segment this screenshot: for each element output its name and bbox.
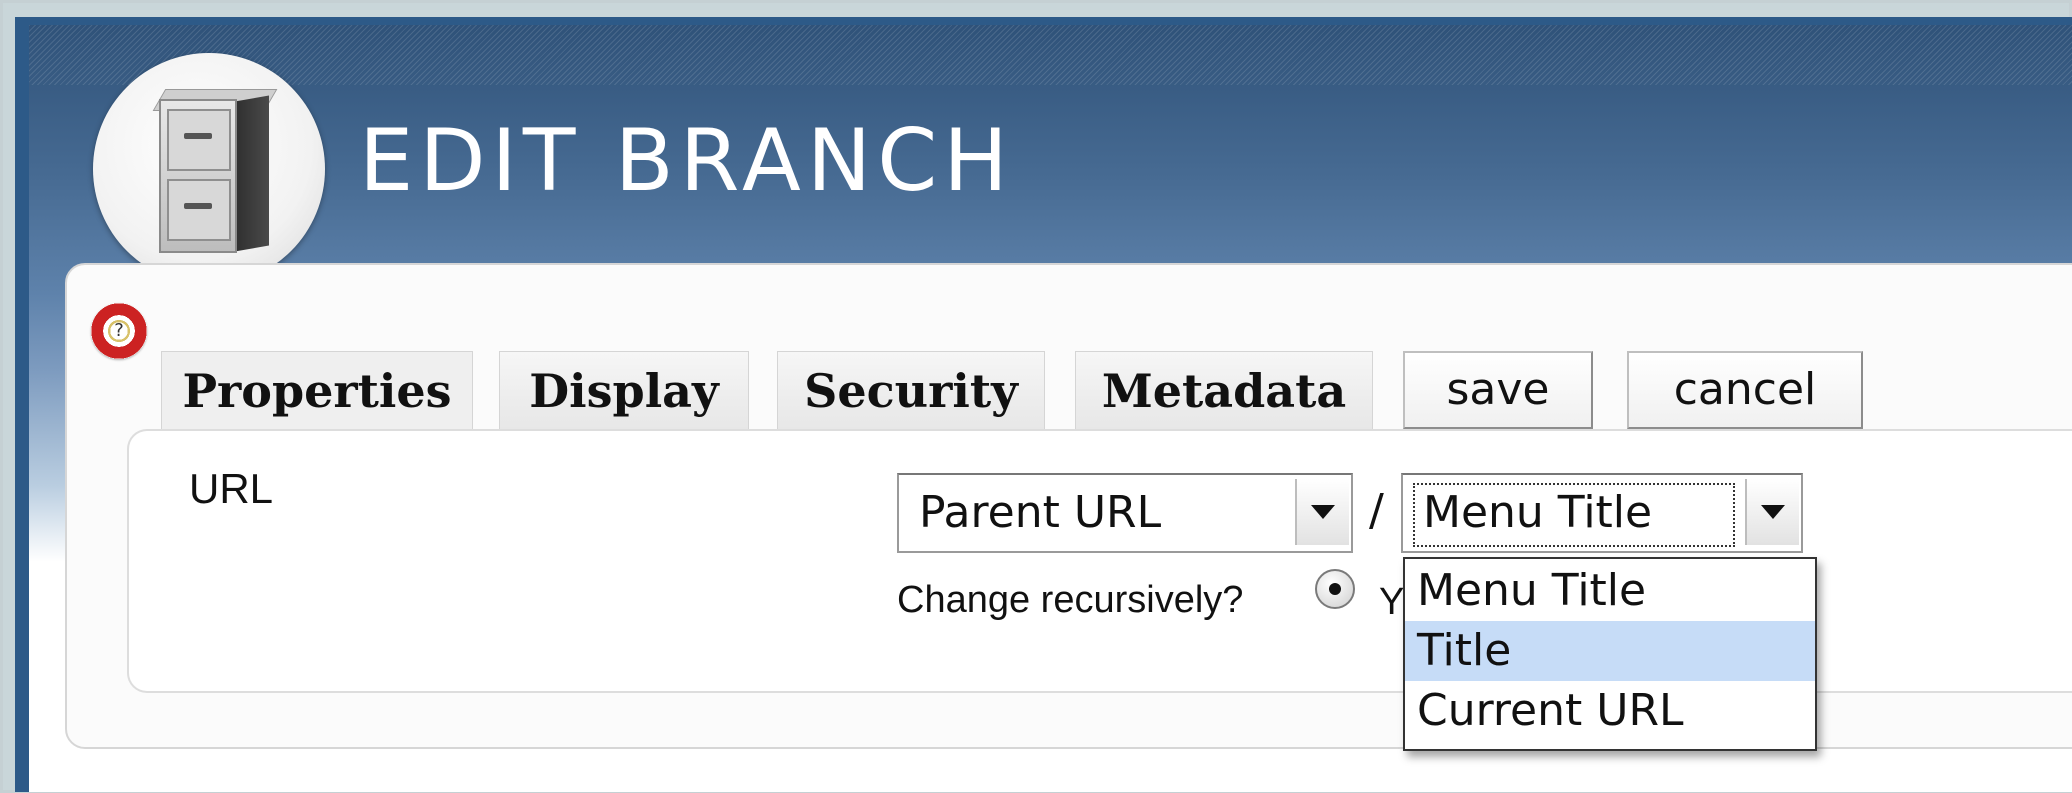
url-segment-dropdown: Menu Title Title Current URL [1403,557,1817,751]
url-segment-select[interactable]: Menu Title [1401,473,1803,553]
help-icon[interactable]: ? [91,303,147,359]
file-cabinet-icon [93,53,325,285]
cancel-button[interactable]: cancel [1627,351,1863,429]
url-separator: / [1369,485,1384,536]
tab-properties[interactable]: Properties [161,351,473,429]
url-label: URL [189,465,274,512]
help-question-mark: ? [114,320,124,341]
parent-url-select-value: Parent URL [919,487,1162,538]
cabinet-drawer [167,109,231,171]
dropdown-option-title[interactable]: Title [1405,621,1815,681]
chevron-down-icon[interactable] [1295,479,1349,545]
dropdown-option-current-url[interactable]: Current URL [1405,681,1815,741]
save-button[interactable]: save [1403,351,1593,429]
cabinet-front [159,99,237,253]
change-recursively-label: Change recursively? [897,579,1244,621]
cabinet-graphic [149,89,278,253]
tab-security[interactable]: Security [777,351,1045,429]
tab-metadata[interactable]: Metadata [1075,351,1373,429]
page-title: EDIT BRANCH [359,111,1014,211]
url-segment-select-value: Menu Title [1423,487,1653,538]
cabinet-drawer [167,179,231,241]
tab-display[interactable]: Display [499,351,749,429]
dropdown-option-menu-title[interactable]: Menu Title [1405,561,1815,621]
chevron-down-icon[interactable] [1745,479,1799,545]
drawer-handle [184,133,212,139]
drawer-handle [184,203,212,209]
app-window: EDIT BRANCH ? Properties Display Securit… [0,0,2072,793]
recursive-yes-radio[interactable] [1315,569,1355,609]
parent-url-select[interactable]: Parent URL [897,473,1353,553]
recursive-yes-label: Y [1379,581,1405,623]
